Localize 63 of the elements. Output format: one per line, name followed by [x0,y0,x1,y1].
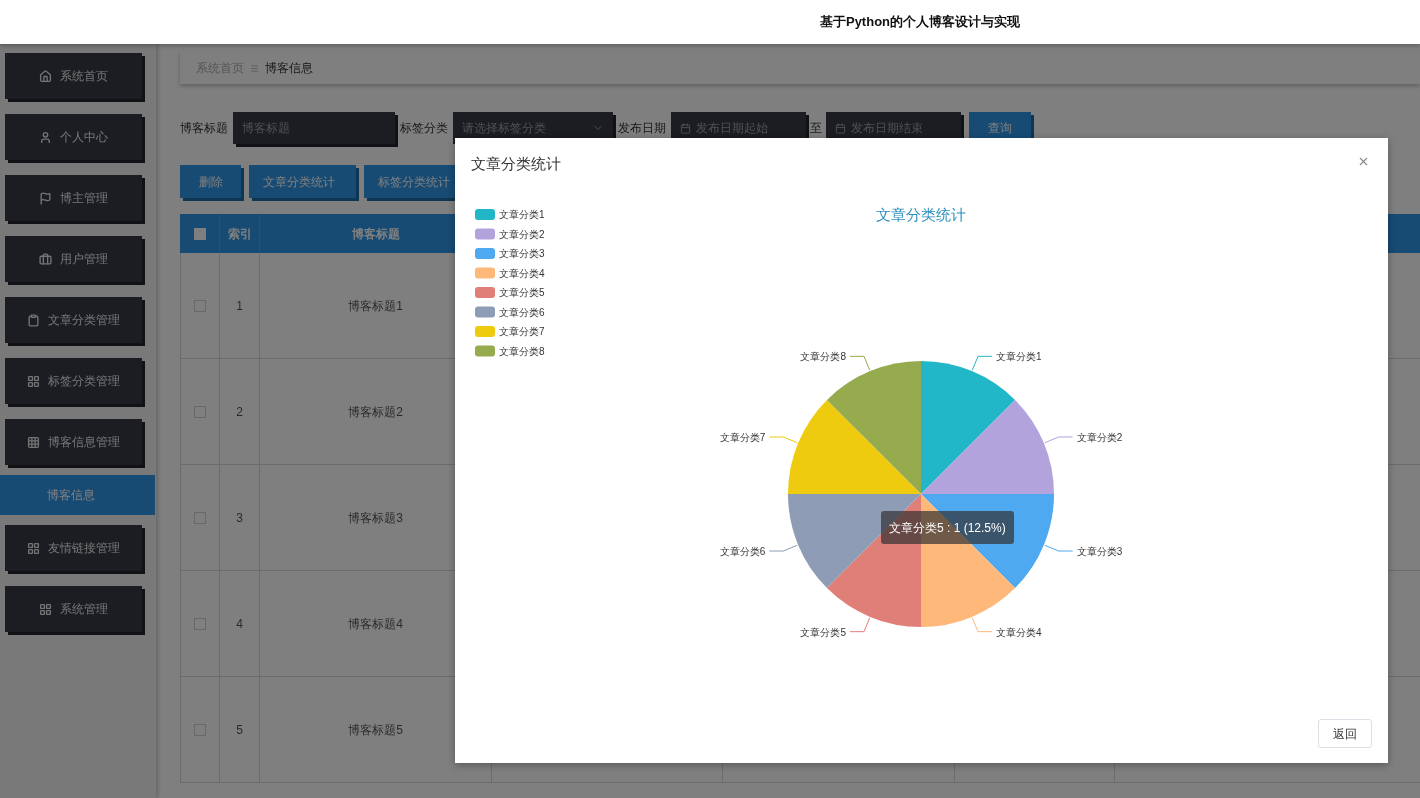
table-cell: 5 [220,677,260,782]
filter-label: 标签分类 [400,120,448,137]
legend-label: 文章分类5 [499,287,545,298]
filter-label: 博客标题 [180,120,228,137]
calendar-icon [835,122,846,134]
leader-line [971,617,993,633]
table-cell: 4 [220,571,260,676]
filter-label: 发布日期 [618,120,666,137]
leader-line [1044,436,1074,444]
table-cell: 1 [220,253,260,358]
slice-label: 文章分类6 [719,546,766,557]
slice-label: 文章分类8 [800,351,846,363]
legend-label: 文章分类2 [499,228,545,240]
chart-title: 文章分类统计 [876,206,966,223]
action-button[interactable]: 删除 [180,165,241,198]
slice-label: 文章分类3 [1076,546,1123,557]
sidebar-item[interactable]: 个人中心 [5,114,142,160]
sidebar-item[interactable]: 文章分类管理 [5,297,142,343]
slice-label: 文章分类7 [719,432,766,443]
home-icon [39,69,52,83]
site-title: 基于Python的个人博客设计与实现 [819,13,1021,32]
sidebar-item[interactable]: 博主管理 [5,175,142,221]
sidebar-item[interactable]: 博客信息管理 [5,419,142,465]
grid-icon [39,602,52,616]
sidebar-item[interactable]: 标签分类管理 [5,358,142,404]
slice-label: 文章分类5 [800,626,846,638]
sidebar-item[interactable]: 系统首页 [5,53,142,99]
legend-label: 文章分类7 [499,326,545,337]
slice-label: 文章分类1 [996,351,1042,363]
table-cell: 3 [220,465,260,570]
legend-label: 文章分类8 [499,345,545,357]
flag-icon [39,191,52,205]
grid-icon [27,374,40,388]
dialog-title: 文章分类统计 [471,153,561,174]
submenu-item[interactable]: 博客信息 [0,475,155,515]
action-button[interactable]: 文章分类统计 [249,165,356,198]
grid-icon [27,435,40,449]
breadcrumb-current: 博客信息 [265,60,313,77]
leader-line [768,544,798,552]
sidebar-item[interactable]: 系统管理 [5,586,142,632]
leader-line [971,355,993,371]
calendar-icon [680,122,691,134]
leader-line [768,436,798,444]
leader-line [849,355,871,371]
separator-icon [250,63,259,73]
sidebar-item[interactable]: 用户管理 [5,236,142,282]
leader-line [1044,544,1074,552]
briefcase-icon [39,252,52,266]
clipboard-icon [27,313,40,327]
legend-label: 文章分类1 [499,209,545,220]
range-separator: 至 [810,120,822,137]
tooltip: 文章分类5 : 1 (12.5%) [881,511,1014,544]
legend-label: 文章分类3 [499,248,545,259]
sidebar-item[interactable]: 友情链接管理 [5,525,142,571]
slice-label: 文章分类2 [1076,432,1123,443]
table-cell: 2 [220,359,260,464]
legend-label: 文章分类4 [499,267,545,279]
leader-line [849,617,871,633]
slice-label: 文章分类4 [996,626,1042,638]
legend-label: 文章分类6 [499,306,545,318]
user-icon [39,130,52,144]
grid-icon [27,541,40,555]
back-button[interactable]: 返回 [1318,719,1372,748]
